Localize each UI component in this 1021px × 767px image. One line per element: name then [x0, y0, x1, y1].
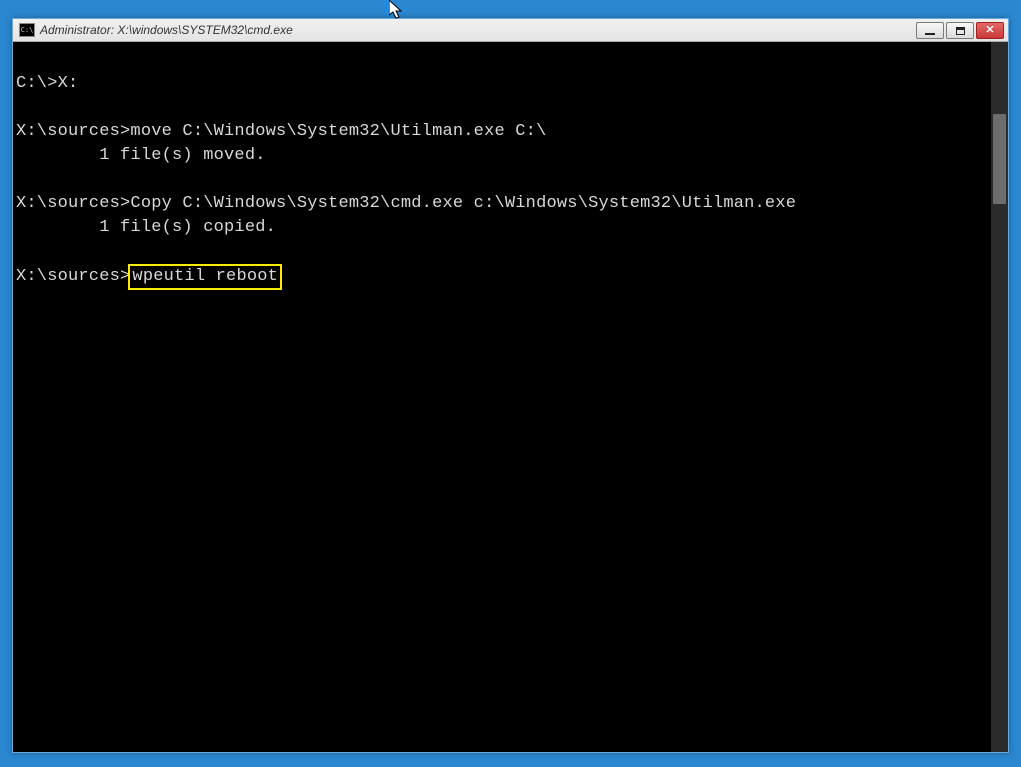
- scrollbar-thumb[interactable]: [993, 114, 1006, 204]
- terminal-line: X:\sources>move C:\Windows\System32\Util…: [16, 122, 547, 141]
- terminal-content: C:\>X: X:\sources>move C:\Windows\System…: [13, 42, 1008, 290]
- title-bar[interactable]: C:\ Administrator: X:\windows\SYSTEM32\c…: [13, 19, 1008, 42]
- terminal-prompt: X:\sources>: [16, 267, 130, 286]
- window-controls: ✕: [916, 22, 1004, 39]
- scrollbar-track[interactable]: [991, 42, 1008, 752]
- close-button[interactable]: ✕: [976, 22, 1004, 39]
- cmd-icon: C:\: [19, 23, 35, 37]
- close-icon: ✕: [985, 25, 994, 36]
- terminal-line: 1 file(s) moved.: [16, 146, 266, 165]
- cmd-icon-glyph: C:\: [21, 27, 34, 34]
- minimize-button[interactable]: [916, 22, 944, 39]
- highlighted-command: wpeutil reboot: [128, 264, 282, 290]
- cmd-window: C:\ Administrator: X:\windows\SYSTEM32\c…: [12, 18, 1009, 753]
- maximize-button[interactable]: [946, 22, 974, 39]
- maximize-icon: [956, 27, 965, 35]
- minimize-icon: [925, 33, 935, 35]
- window-title: Administrator: X:\windows\SYSTEM32\cmd.e…: [40, 23, 916, 37]
- terminal-area[interactable]: C:\>X: X:\sources>move C:\Windows\System…: [13, 42, 1008, 752]
- terminal-line: C:\>X:: [16, 74, 78, 93]
- terminal-line: 1 file(s) copied.: [16, 218, 276, 237]
- terminal-line: X:\sources>Copy C:\Windows\System32\cmd.…: [16, 194, 796, 213]
